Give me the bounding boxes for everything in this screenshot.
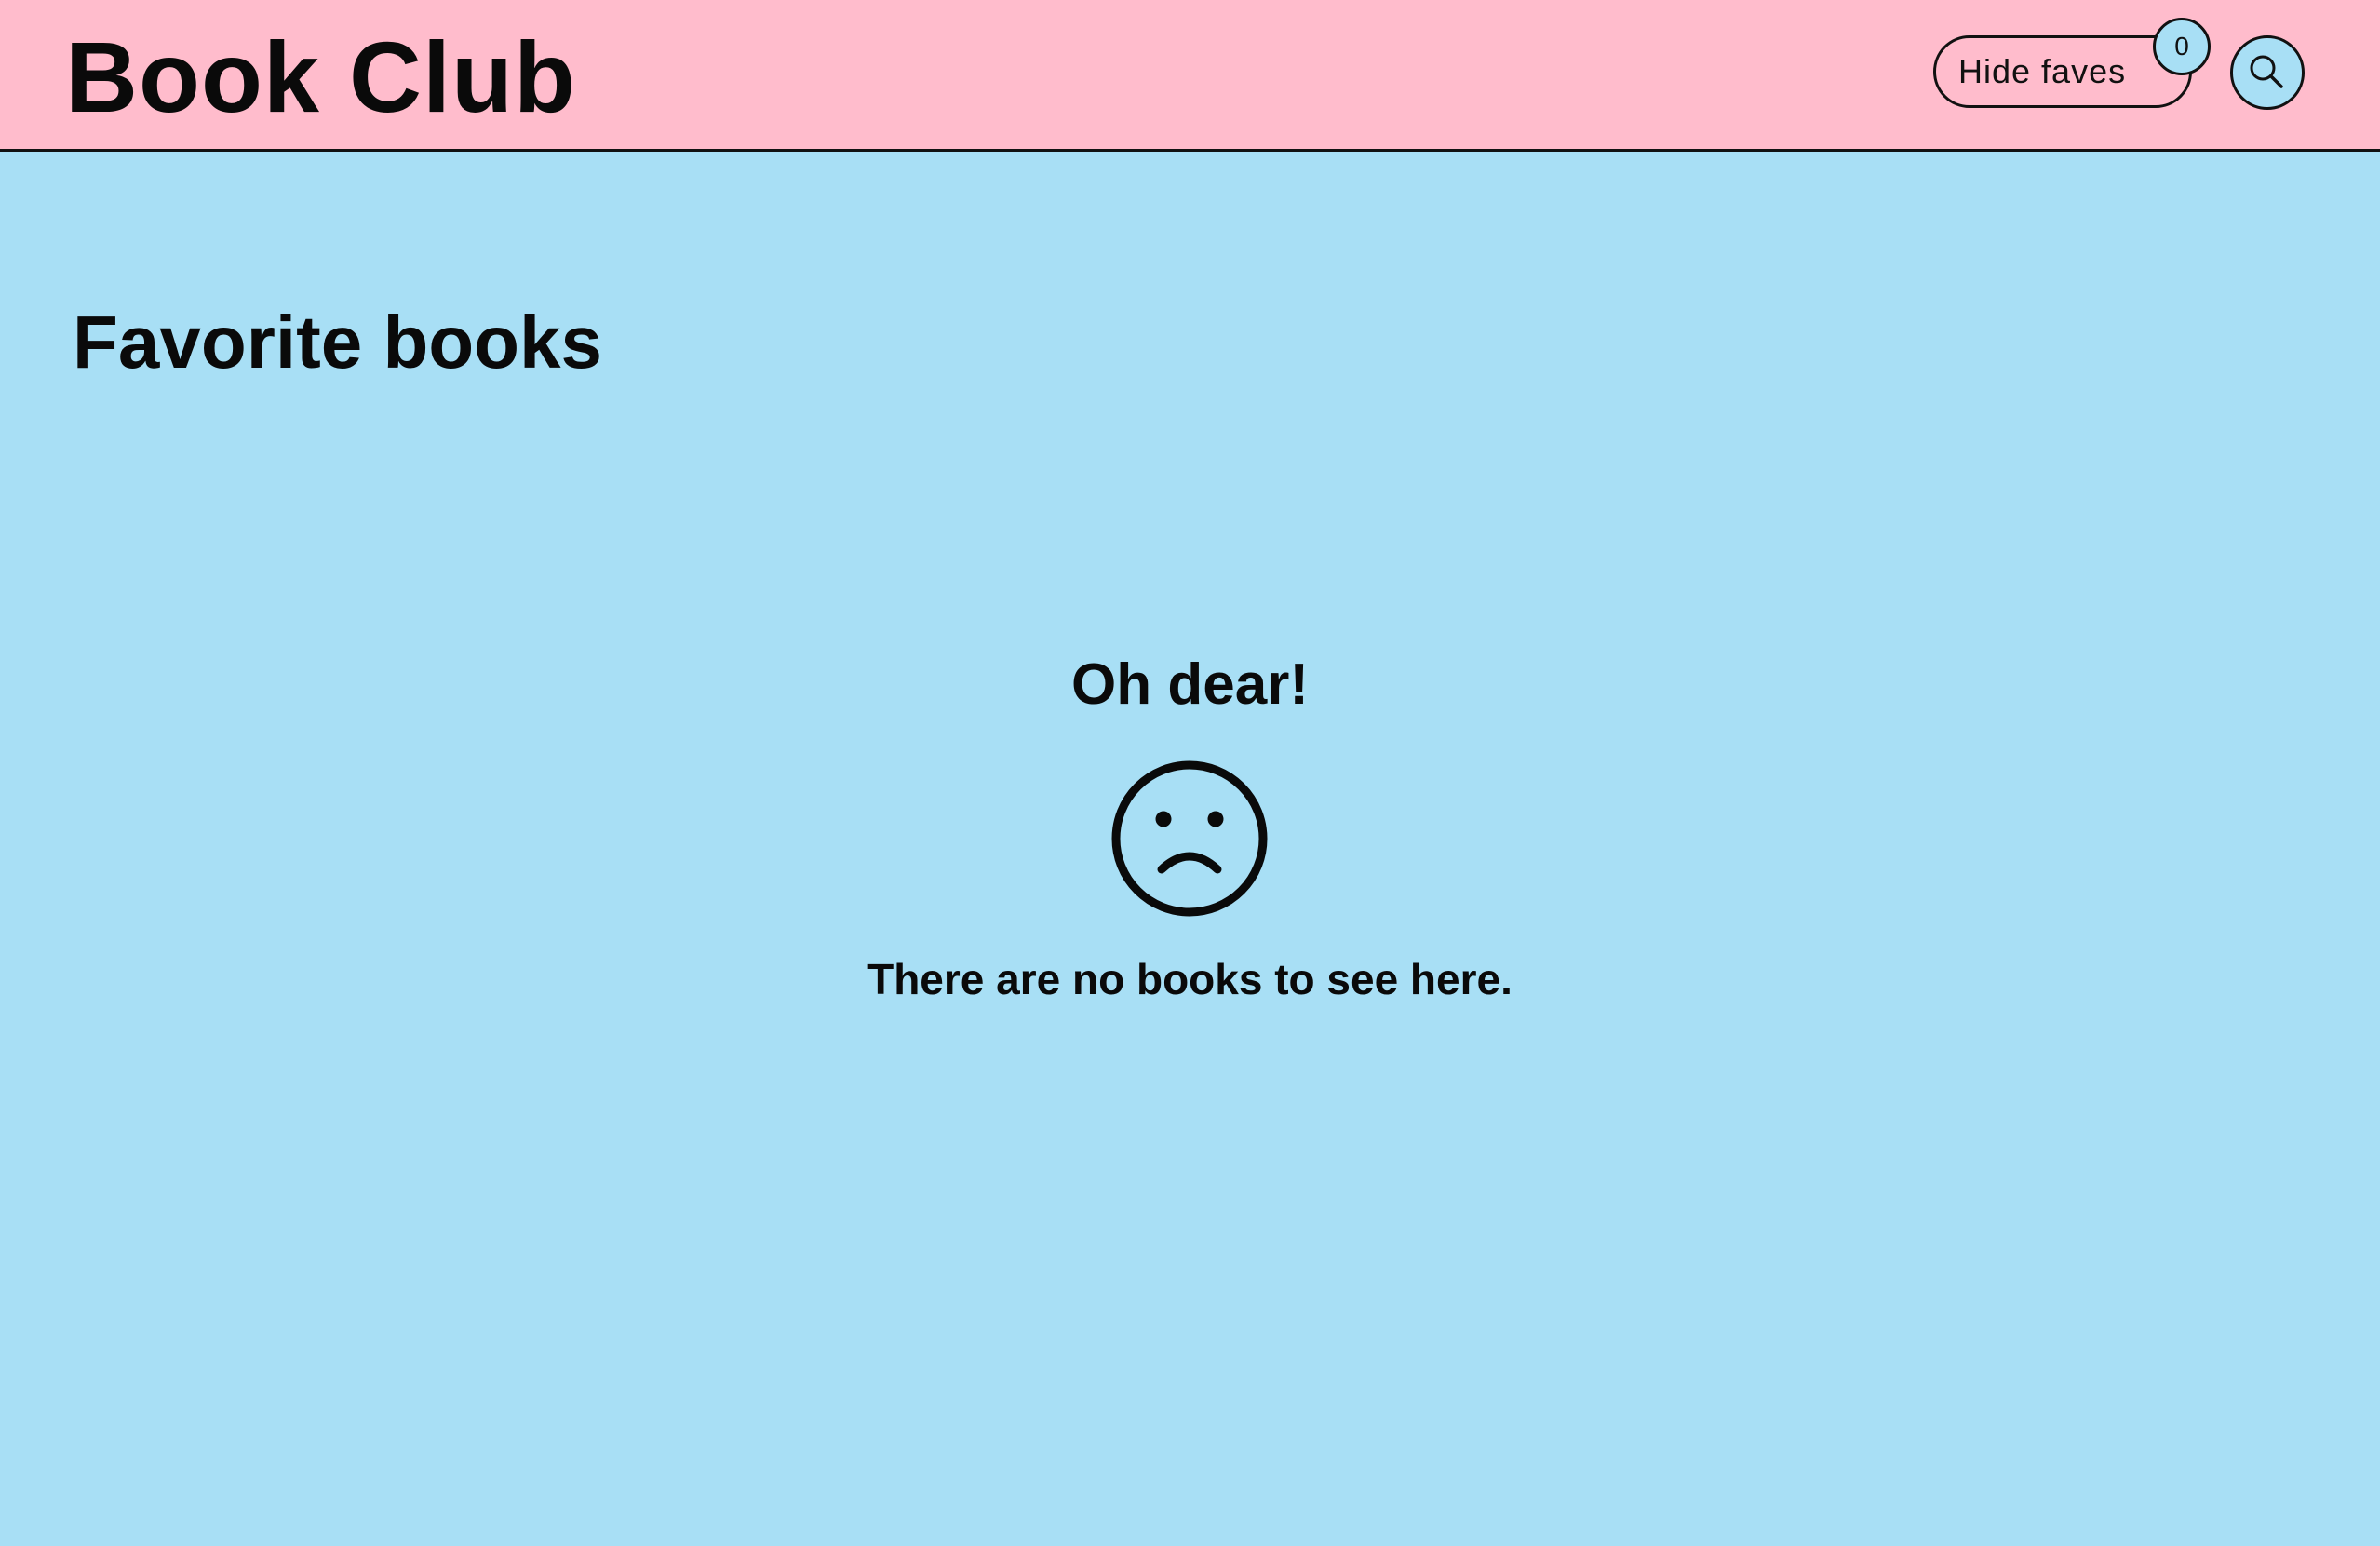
search-icon [2250,55,2283,88]
empty-state-heading: Oh dear! [1071,652,1309,717]
empty-state-message: There are no books to see here. [867,955,1513,1003]
page-title: Favorite books [73,301,603,383]
app-title: Book Club [65,20,576,133]
app-header: Book Club Hide faves 0 [0,0,2380,152]
sad-face-icon [1111,760,1268,917]
search-button[interactable] [2230,35,2305,110]
faves-count-badge: 0 [2153,18,2211,75]
